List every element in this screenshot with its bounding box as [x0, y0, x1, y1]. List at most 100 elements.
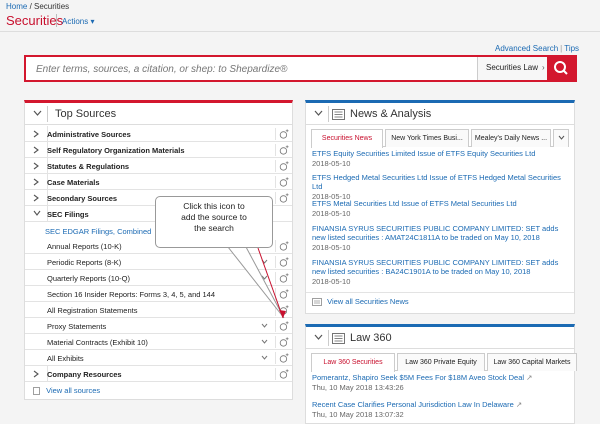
- news-item-date: 2018-05-10: [312, 243, 351, 252]
- chevron-right-icon[interactable]: [33, 178, 39, 186]
- chevron-down-icon[interactable]: [261, 323, 268, 328]
- source-row-self-regulatory[interactable]: Self Regulatory Organization Materials: [25, 142, 292, 158]
- link-separator: |: [560, 44, 563, 53]
- sub-source-label: Annual Reports (10-K): [47, 242, 122, 251]
- add-to-search-icon[interactable]: [275, 304, 289, 316]
- chevron-right-icon[interactable]: [33, 130, 39, 138]
- tabs-overflow-button[interactable]: [553, 129, 569, 147]
- header-separator: [47, 106, 48, 122]
- header-separator: [328, 330, 329, 346]
- law360-title: Law 360: [350, 332, 392, 344]
- newspaper-icon: [332, 109, 345, 120]
- source-row-label: Statutes & Regulations: [47, 162, 130, 171]
- chevron-down-icon[interactable]: [261, 339, 268, 344]
- tab-law360-private-equity[interactable]: Law 360 Private Equity: [397, 353, 485, 371]
- chevron-down-icon[interactable]: [261, 355, 268, 360]
- header-divider: [0, 31, 600, 32]
- law360-item[interactable]: Recent Case Clarifies Personal Jurisdict…: [312, 400, 568, 419]
- news-item[interactable]: ETFS Metal Securities Ltd Issue of ETFS …: [312, 199, 568, 218]
- news-item-title[interactable]: ETFS Hedged Metal Securities Ltd Issue o…: [312, 173, 568, 191]
- search-scope-selector[interactable]: Securities Law ›: [477, 57, 547, 80]
- tab-law360-securities[interactable]: Law 360 Securities: [311, 353, 395, 372]
- news-item-title[interactable]: ETFS Equity Securities Limited Issue of …: [312, 149, 568, 158]
- news-item-title[interactable]: FINANSIA SYRUS SECURITIES PUBLIC COMPANY…: [312, 258, 568, 276]
- source-row-case-materials[interactable]: Case Materials: [25, 174, 292, 190]
- source-row-label: Case Materials: [47, 178, 100, 187]
- tab-nyt-business[interactable]: New York Times Busi...: [385, 129, 469, 147]
- chevron-right-icon[interactable]: [33, 370, 39, 378]
- add-to-search-icon[interactable]: [275, 240, 289, 252]
- news-item[interactable]: FINANSIA SYRUS SECURITIES PUBLIC COMPANY…: [312, 224, 568, 252]
- chevron-down-icon[interactable]: [314, 333, 323, 341]
- chevron-down-icon[interactable]: [33, 109, 42, 117]
- add-to-search-icon[interactable]: [275, 160, 289, 172]
- search-button[interactable]: [547, 57, 575, 80]
- chevron-down-icon[interactable]: [33, 210, 41, 216]
- add-to-search-icon[interactable]: [275, 368, 289, 380]
- sub-source-label: Section 16 Insider Reports: Forms 3, 4, …: [47, 290, 216, 299]
- view-all-securities-news-link[interactable]: View all Securities News: [312, 297, 409, 306]
- chevron-down-icon[interactable]: [314, 109, 323, 117]
- add-to-search-icon[interactable]: [275, 256, 289, 268]
- chevron-right-icon[interactable]: [33, 194, 39, 202]
- source-row-company-resources[interactable]: Company Resources: [25, 366, 292, 382]
- document-icon: [33, 387, 40, 395]
- sub-source-label: All Exhibits: [47, 354, 84, 363]
- add-to-search-icon[interactable]: [275, 320, 289, 332]
- news-item[interactable]: ETFS Hedged Metal Securities Ltd Issue o…: [312, 173, 568, 201]
- top-bar: [0, 0, 600, 32]
- breadcrumb-current: Securities: [34, 2, 70, 11]
- newspaper-icon: [332, 333, 345, 344]
- chevron-right-icon: ›: [542, 63, 545, 72]
- sub-source-row[interactable]: Periodic Reports (8-K): [25, 254, 292, 270]
- news-item-title[interactable]: FINANSIA SYRUS SECURITIES PUBLIC COMPANY…: [312, 224, 568, 242]
- tab-securities-news[interactable]: Securities News: [311, 129, 383, 148]
- add-to-search-icon[interactable]: [275, 176, 289, 188]
- add-to-search-icon[interactable]: [275, 288, 289, 300]
- news-item[interactable]: ETFS Equity Securities Limited Issue of …: [312, 149, 568, 168]
- view-all-sources-link[interactable]: View all sources: [33, 386, 100, 395]
- news-footer-divider: [306, 292, 574, 293]
- news-item-title[interactable]: ETFS Metal Securities Ltd Issue of ETFS …: [312, 199, 568, 208]
- top-sources-title: Top Sources: [55, 108, 117, 120]
- add-to-search-icon[interactable]: [275, 192, 289, 204]
- sub-source-row[interactable]: Proxy Statements: [25, 318, 292, 334]
- sub-source-row[interactable]: All Exhibits: [25, 350, 292, 366]
- source-row-administrative[interactable]: Administrative Sources: [25, 126, 292, 142]
- add-to-search-icon[interactable]: [275, 272, 289, 284]
- actions-label: Actions: [62, 17, 89, 26]
- chevron-right-icon[interactable]: [33, 146, 39, 154]
- law360-item-title[interactable]: Pomerantz, Shapiro Seek $5M Fees For $18…: [312, 373, 568, 382]
- header-separator: [328, 106, 329, 122]
- law360-item-title[interactable]: Recent Case Clarifies Personal Jurisdict…: [312, 400, 568, 409]
- chevron-down-icon[interactable]: [261, 275, 268, 280]
- sub-source-row[interactable]: Section 16 Insider Reports: Forms 3, 4, …: [25, 286, 292, 302]
- source-row-label: SEC Filings: [47, 210, 89, 219]
- tab-mealeys-daily-news[interactable]: Mealey's Daily News ...: [471, 129, 551, 147]
- source-row-label: Company Resources: [47, 370, 122, 379]
- sub-source-row[interactable]: Quarterly Reports (10-Q): [25, 270, 292, 286]
- news-item-date: 2018-05-10: [312, 159, 351, 168]
- top-sources-header: Top Sources: [25, 103, 292, 125]
- sec-edgar-combined-link[interactable]: SEC EDGAR Filings, Combined: [45, 227, 151, 236]
- add-to-search-icon[interactable]: [275, 144, 289, 156]
- tips-link[interactable]: Tips: [564, 44, 579, 53]
- search-input[interactable]: Enter terms, sources, a citation, or she…: [36, 64, 287, 75]
- add-to-search-icon[interactable]: [275, 352, 289, 364]
- actions-menu[interactable]: Actions ▾: [62, 17, 94, 26]
- chevron-down-icon[interactable]: [261, 259, 268, 264]
- view-all-sources-label: View all sources: [46, 386, 101, 395]
- add-to-search-icon[interactable]: [275, 128, 289, 140]
- tab-law360-capital-markets[interactable]: Law 360 Capital Markets: [487, 353, 577, 371]
- law360-item-date: Thu, 10 May 2018 13:07:32: [312, 410, 404, 419]
- breadcrumb-home-link[interactable]: Home: [6, 2, 27, 11]
- sub-source-row[interactable]: Material Contracts (Exhibit 10): [25, 334, 292, 350]
- law360-item[interactable]: Pomerantz, Shapiro Seek $5M Fees For $18…: [312, 373, 568, 392]
- law360-item-date: Thu, 10 May 2018 13:43:26: [312, 383, 404, 392]
- advanced-search-link[interactable]: Advanced Search: [495, 44, 558, 53]
- chevron-right-icon[interactable]: [33, 162, 39, 170]
- source-row-statutes[interactable]: Statutes & Regulations: [25, 158, 292, 174]
- sub-source-row[interactable]: All Registration Statements: [25, 302, 292, 318]
- news-item[interactable]: FINANSIA SYRUS SECURITIES PUBLIC COMPANY…: [312, 258, 568, 286]
- add-to-search-icon[interactable]: [275, 336, 289, 348]
